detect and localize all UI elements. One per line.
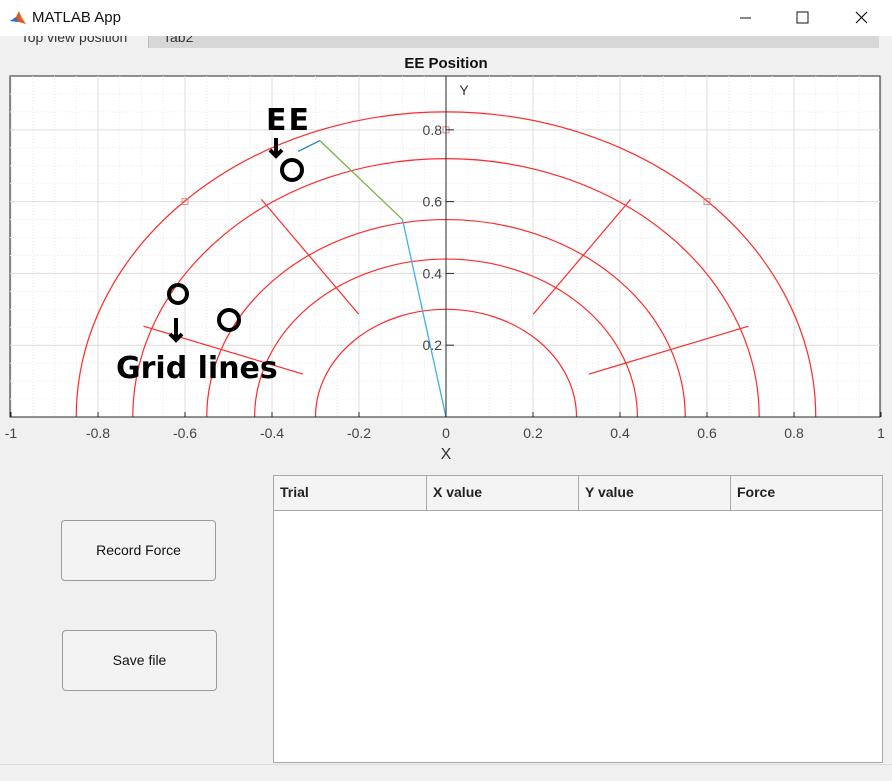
tab-label: Top view position xyxy=(20,36,128,45)
column-header-trial[interactable]: Trial xyxy=(274,476,426,510)
column-header-y-value[interactable]: Y value xyxy=(578,476,730,510)
title-bar: MATLAB App xyxy=(0,0,892,36)
x-tick-label: 0.2 xyxy=(523,425,543,441)
window-title: MATLAB App xyxy=(32,9,121,26)
table-header: Trial X value Y value Force xyxy=(274,476,882,511)
tab-bar: Top view position Tab2 xyxy=(0,36,892,48)
y-tick-label: 0.6 xyxy=(423,194,443,210)
record-force-label: Record Force xyxy=(96,542,181,558)
y-axis-label: Y xyxy=(459,82,469,98)
x-tick-label: 0.4 xyxy=(610,425,630,441)
y-tick-label: 0.8 xyxy=(423,122,443,138)
plot-title: EE Position xyxy=(404,55,487,72)
x-tick-label: -0.4 xyxy=(260,425,284,441)
ee-position-plot[interactable]: -1 -0.8 -0.6 -0.4 -0.2 0 0.2 0.4 0.6 0.8 1 0.2 0.4 0.… xyxy=(0,48,892,468)
x-tick-label: 0 xyxy=(442,425,450,441)
x-tick-label: -0.2 xyxy=(347,425,371,441)
save-file-label: Save file xyxy=(112,652,167,668)
x-tick-label: -0.8 xyxy=(86,425,110,441)
annotation-ee-label: EE xyxy=(266,103,311,138)
maximize-icon[interactable] xyxy=(779,0,825,36)
tab-label: Tab2 xyxy=(163,36,194,45)
x-tick-label: -1 xyxy=(5,425,18,441)
matlab-icon xyxy=(10,11,26,24)
column-header-x-value[interactable]: X value xyxy=(426,476,578,510)
minimize-icon[interactable] xyxy=(722,0,768,36)
x-tick-label: -0.6 xyxy=(173,425,197,441)
x-tick-label: 0.6 xyxy=(697,425,717,441)
data-table[interactable]: Trial X value Y value Force xyxy=(273,475,883,763)
window-footer xyxy=(0,764,892,781)
record-force-button[interactable]: Record Force xyxy=(61,520,216,581)
tab-top-view-position[interactable]: Top view position xyxy=(0,36,148,48)
save-file-button[interactable]: Save file xyxy=(62,630,217,691)
column-header-force[interactable]: Force xyxy=(730,476,882,510)
close-icon[interactable] xyxy=(838,0,884,36)
tab-tab2[interactable]: Tab2 xyxy=(148,36,879,48)
x-axis-label: X xyxy=(441,446,452,463)
annotation-grid-label: Grid lines xyxy=(116,351,278,386)
x-tick-label: 1 xyxy=(877,425,885,441)
x-tick-label: 0.8 xyxy=(784,425,804,441)
y-tick-label: 0.4 xyxy=(423,265,443,281)
y-tick-label: 0.2 xyxy=(423,337,443,353)
